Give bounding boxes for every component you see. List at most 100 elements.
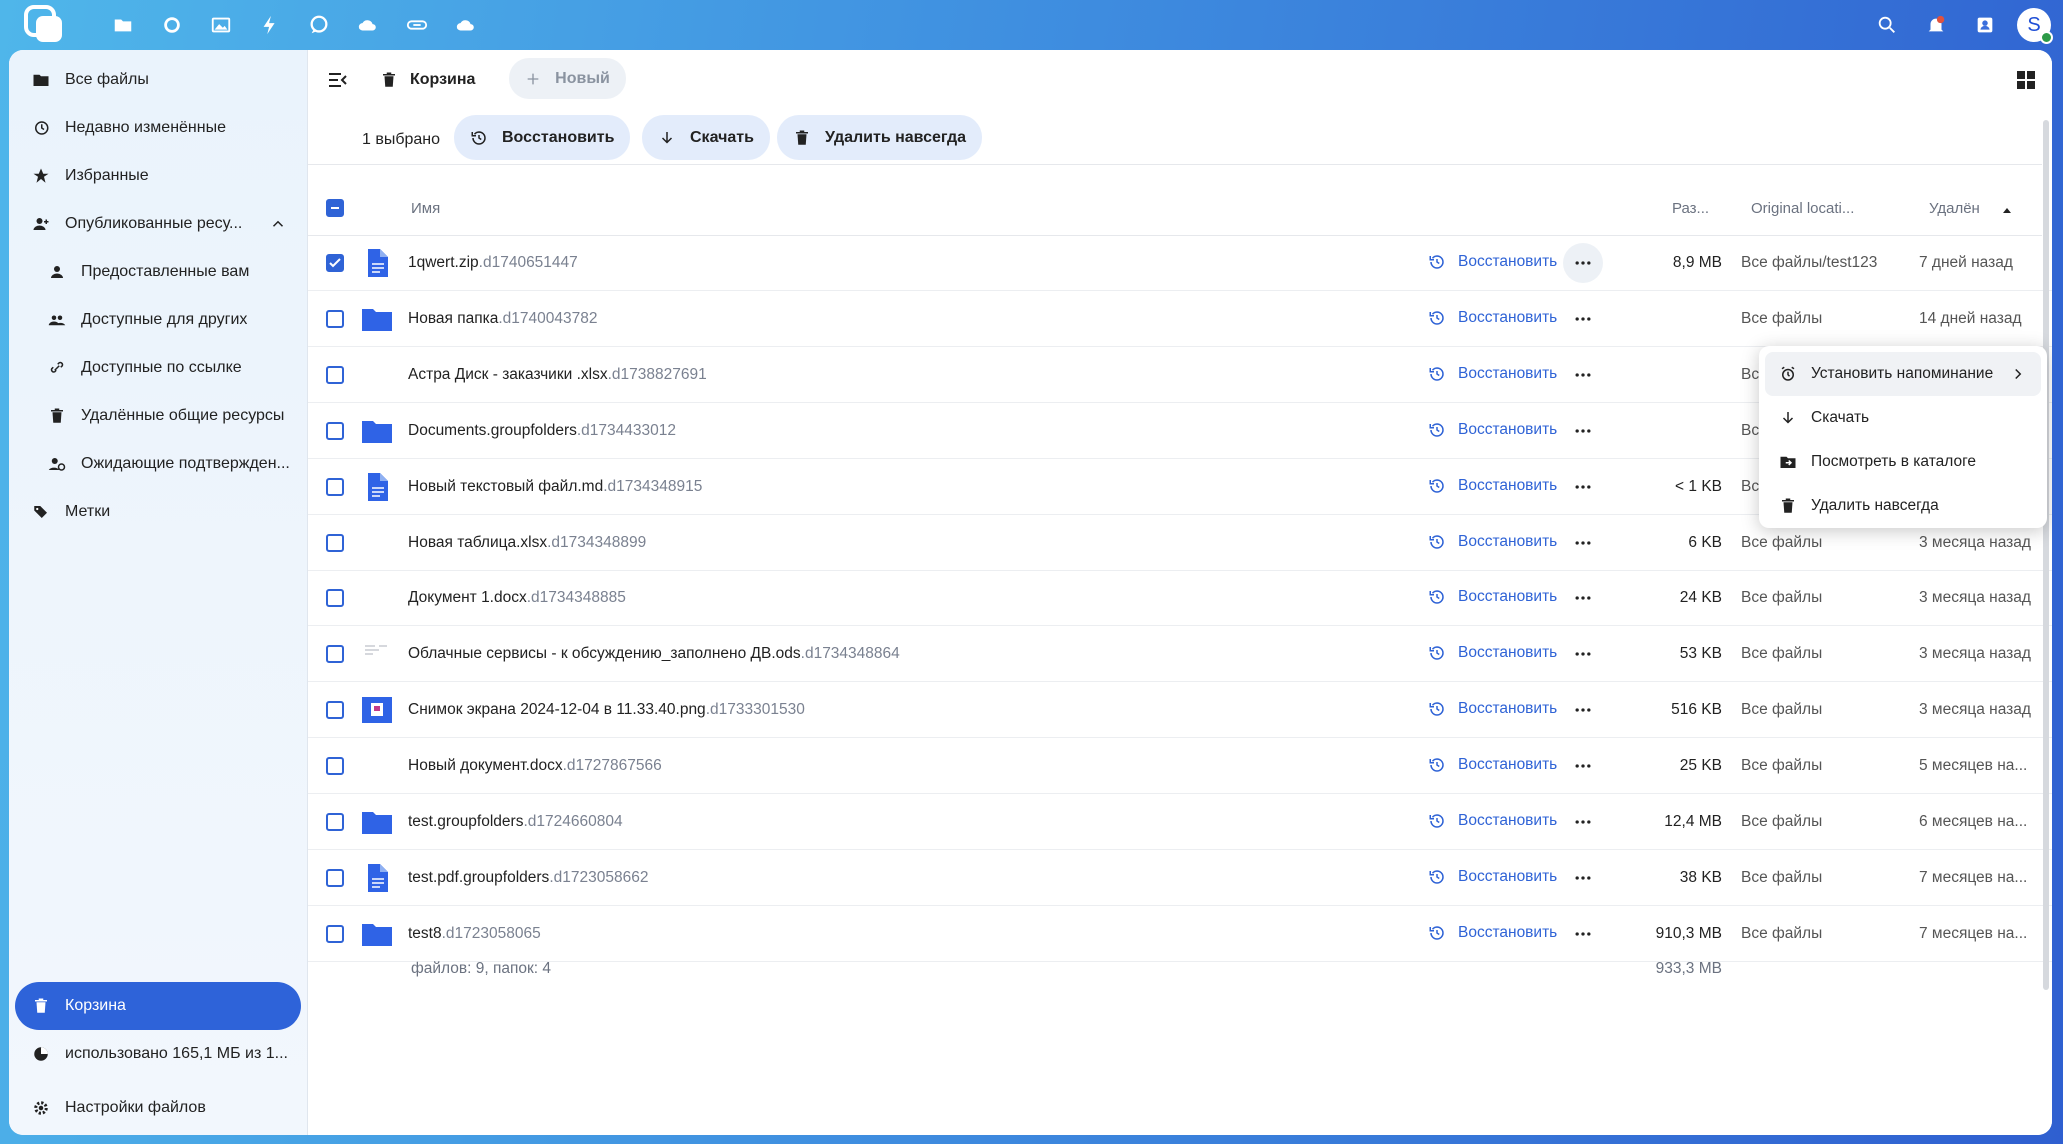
row-checkbox[interactable]	[326, 757, 344, 776]
menu-item-view-in-folder[interactable]: Посмотреть в каталоге	[1765, 440, 2041, 484]
sidebar-item-shares[interactable]: Опубликованные ресу...	[15, 200, 301, 248]
sidebar-item-all-files[interactable]: Все файлы	[15, 56, 301, 104]
user-avatar[interactable]: S	[2017, 8, 2053, 44]
column-deleted[interactable]: Удалён	[1929, 200, 1980, 217]
row-checkbox[interactable]	[326, 254, 344, 272]
table-row[interactable]: Документ 1.docx.d1734348885 Восстановить 2…	[308, 571, 2052, 627]
row-checkbox[interactable]	[326, 309, 344, 328]
sidebar-item-recent[interactable]: Недавно изменённые	[15, 104, 301, 152]
row-restore-button[interactable]: Восстановить	[1428, 309, 1557, 327]
file-name[interactable]: Новая таблица.xlsx.d1734348899	[408, 534, 646, 552]
scrollbar[interactable]	[2043, 120, 2049, 990]
file-name[interactable]: test8.d1723058065	[408, 925, 541, 943]
sidebar-item-trash[interactable]: Корзина	[15, 982, 301, 1030]
row-checkbox[interactable]	[326, 701, 344, 720]
row-actions-menu-button[interactable]	[1563, 746, 1603, 786]
table-row[interactable]: Новая папка.d1740043782 Восстановить Все ф…	[308, 292, 2052, 347]
row-restore-button[interactable]: Восстановить	[1428, 365, 1557, 383]
chevron-up-icon[interactable]	[269, 215, 287, 233]
cloud-app-icon[interactable]	[343, 0, 392, 50]
row-actions-menu-button[interactable]	[1563, 802, 1603, 842]
row-checkbox[interactable]	[326, 477, 344, 496]
table-row[interactable]: 1qwert.zip.d1740651447 Восстановить 8,9 MB…	[308, 236, 2052, 291]
file-name[interactable]: Documents.groupfolders.d1734433012	[408, 422, 676, 440]
sidebar-item-settings[interactable]: Настройки файлов	[15, 1084, 301, 1132]
row-restore-button[interactable]: Восстановить	[1428, 700, 1557, 718]
row-restore-button[interactable]: Восстановить	[1428, 533, 1557, 551]
row-actions-menu-button[interactable]	[1563, 914, 1603, 954]
sidebar-quota[interactable]: использовано 165,1 МБ из 1...	[15, 1030, 301, 1078]
row-actions-menu-button[interactable]	[1563, 634, 1603, 674]
file-name[interactable]: test.pdf.groupfolders.d1723058662	[408, 869, 648, 887]
column-location[interactable]: Original locati...	[1751, 200, 1854, 217]
contacts-icon[interactable]	[1960, 0, 2009, 50]
menu-item-download[interactable]: Скачать	[1765, 396, 2041, 440]
row-actions-menu-button[interactable]	[1563, 523, 1603, 563]
file-name[interactable]: Облачные сервисы - к обсуждению_заполнен…	[408, 645, 900, 663]
talk-app-icon[interactable]	[294, 0, 343, 50]
file-name[interactable]: test.groupfolders.d1724660804	[408, 813, 623, 831]
menu-item-set-reminder[interactable]: Установить напоминание	[1765, 352, 2041, 396]
file-name[interactable]: Астра Диск - заказчики .xlsx.d1738827691	[408, 366, 707, 384]
row-checkbox[interactable]	[326, 645, 344, 664]
row-checkbox[interactable]	[326, 868, 344, 887]
row-restore-button[interactable]: Восстановить	[1428, 253, 1557, 271]
sidebar-item-deleted-shares[interactable]: Удалённые общие ресурсы	[15, 392, 301, 440]
sidebar-item-shared-with-you[interactable]: Предоставленные вам	[15, 248, 301, 296]
search-icon[interactable]	[1862, 0, 1911, 50]
row-checkbox[interactable]	[326, 924, 344, 943]
file-name[interactable]: 1qwert.zip.d1740651447	[408, 254, 578, 272]
sort-ascending-icon[interactable]	[2000, 203, 2014, 217]
row-actions-menu-button[interactable]	[1563, 467, 1603, 507]
row-checkbox[interactable]	[326, 533, 344, 552]
row-restore-button[interactable]: Восстановить	[1428, 644, 1557, 662]
row-actions-menu-button[interactable]	[1563, 299, 1603, 339]
sidebar-item-favorites[interactable]: Избранные	[15, 152, 301, 200]
row-restore-button[interactable]: Восстановить	[1428, 812, 1557, 830]
grid-view-icon[interactable]	[2014, 68, 2038, 92]
sidebar-item-shared-with-others[interactable]: Доступные для других	[15, 296, 301, 344]
notifications-icon[interactable]	[1911, 0, 1960, 50]
activity-app-icon[interactable]	[147, 0, 196, 50]
row-checkbox[interactable]	[326, 421, 344, 440]
file-name[interactable]: Новая папка.d1740043782	[408, 310, 597, 328]
row-checkbox[interactable]	[326, 813, 344, 831]
row-actions-menu-button[interactable]	[1563, 690, 1603, 730]
weather-app-icon[interactable]	[441, 0, 490, 50]
row-restore-button[interactable]: Восстановить	[1428, 421, 1557, 439]
photos-app-icon[interactable]	[196, 0, 245, 50]
file-name[interactable]: Снимок экрана 2024-12-04 в 11.33.40.png.…	[408, 701, 805, 719]
sidebar-item-pending-shares[interactable]: Ожидающие подтвержден...	[15, 440, 301, 488]
row-restore-button[interactable]: Восстановить	[1428, 924, 1557, 942]
menu-item-delete-permanently[interactable]: Удалить навсегда	[1765, 484, 2041, 528]
column-size[interactable]: Раз...	[1672, 200, 1709, 217]
table-row[interactable]: Снимок экрана 2024-12-04 в 11.33.40.png.…	[308, 683, 2052, 739]
table-row[interactable]: test.groupfolders.d1724660804 Восстановит…	[308, 795, 2052, 850]
table-row[interactable]: Облачные сервисы - к обсуждению_заполнен…	[308, 627, 2052, 683]
select-all-checkbox[interactable]	[326, 199, 344, 217]
sidebar-item-tags[interactable]: Метки	[15, 488, 301, 536]
table-row[interactable]: test.pdf.groupfolders.d1723058662 Восстан…	[308, 851, 2052, 906]
new-button[interactable]: Новый	[509, 58, 626, 99]
row-actions-menu-button[interactable]	[1563, 243, 1603, 283]
row-checkbox[interactable]	[326, 365, 344, 384]
row-actions-menu-button[interactable]	[1563, 578, 1603, 618]
table-row[interactable]: Новый документ.docx.d1727867566 Восстанов…	[308, 739, 2052, 795]
row-restore-button[interactable]: Восстановить	[1428, 868, 1557, 886]
lightning-app-icon[interactable]	[245, 0, 294, 50]
link-app-icon[interactable]	[392, 0, 441, 50]
row-checkbox[interactable]	[326, 589, 344, 608]
column-name[interactable]: Имя	[411, 200, 440, 217]
file-name[interactable]: Документ 1.docx.d1734348885	[408, 589, 626, 607]
row-restore-button[interactable]: Восстановить	[1428, 477, 1557, 495]
row-restore-button[interactable]: Восстановить	[1428, 588, 1557, 606]
row-actions-menu-button[interactable]	[1563, 355, 1603, 395]
breadcrumb[interactable]: Корзина	[380, 62, 475, 98]
restore-selected-button[interactable]: Восстановить	[454, 115, 631, 160]
files-app-icon[interactable]	[98, 0, 147, 50]
row-restore-button[interactable]: Восстановить	[1428, 756, 1557, 774]
sidebar-toggle-icon[interactable]	[326, 68, 350, 92]
sidebar-item-shared-by-link[interactable]: Доступные по ссылке	[15, 344, 301, 392]
row-actions-menu-button[interactable]	[1563, 411, 1603, 451]
download-selected-button[interactable]: Скачать	[642, 115, 770, 160]
